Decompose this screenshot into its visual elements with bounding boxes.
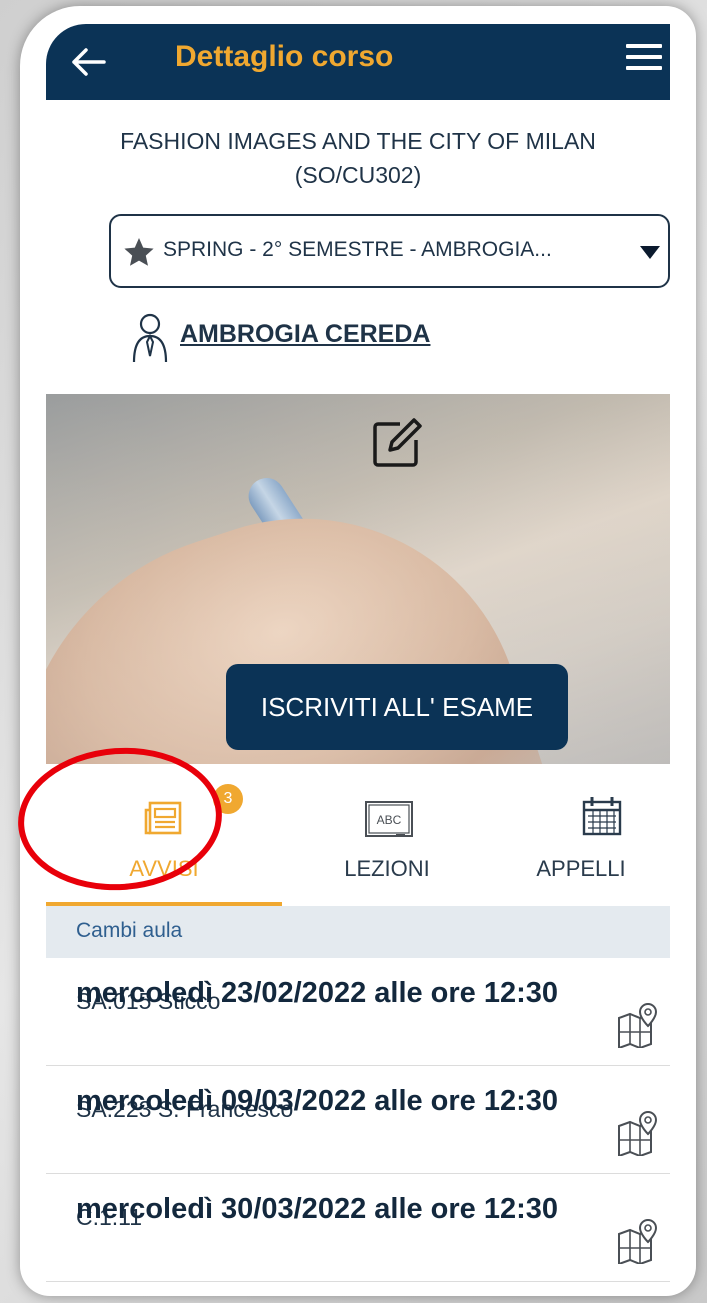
semester-value: SPRING - 2° SEMESTRE - AMBROGIA... (163, 238, 552, 261)
lesson-date: mercoledì 30/03/2022 alle ore 12:30 (76, 1193, 559, 1225)
svg-text:ABC: ABC (377, 813, 402, 827)
exam-signup-button[interactable]: ISCRIVITI ALL' ESAME (226, 664, 568, 750)
star-icon (124, 238, 154, 266)
blackboard-abc-icon: ABC (365, 801, 413, 837)
tab-appelli[interactable]: APPELLI (492, 764, 670, 906)
edit-pencil-icon[interactable] (370, 416, 424, 470)
section-title: Cambi aula (76, 919, 183, 942)
semester-select[interactable]: SPRING - 2° SEMESTRE - AMBROGIA... (109, 214, 670, 288)
app-screen: Dettaglio corso FASHION IMAGES AND THE C… (46, 24, 670, 1286)
map-pin-icon[interactable] (616, 1110, 662, 1156)
section-header: Cambi aula (46, 906, 670, 958)
app-header: Dettaglio corso (46, 24, 670, 100)
device-frame: Dettaglio corso FASHION IMAGES AND THE C… (20, 6, 696, 1296)
teacher-icon (132, 313, 168, 363)
teacher-link[interactable]: AMBROGIA CEREDA (180, 320, 430, 349)
course-title: FASHION IMAGES AND THE CITY OF MILAN (SO… (120, 128, 596, 188)
lesson-date: mercoledì 23/02/2022 alle ore 12:30 (76, 977, 559, 1009)
map-pin-icon[interactable] (616, 1218, 662, 1264)
room-change-item[interactable]: C.1.11 mercoledì 30/03/2022 alle ore 12:… (46, 1174, 670, 1282)
course-banner-image: ISCRIVITI ALL' ESAME (46, 394, 670, 764)
chevron-down-icon (640, 246, 660, 259)
calendar-icon (582, 797, 622, 836)
hamburger-menu-icon[interactable] (626, 44, 662, 76)
tab-label: LEZIONI (344, 856, 430, 881)
room-change-item[interactable]: SA.223 S. Francesco mercoledì 09/03/2022… (46, 1066, 670, 1174)
page-title: Dettaglio corso (175, 40, 394, 73)
lesson-date: mercoledì 09/03/2022 alle ore 12:30 (76, 1085, 559, 1117)
tab-label: APPELLI (536, 856, 626, 881)
room-change-item[interactable]: SA.015 Sticco mercoledì 23/02/2022 alle … (46, 958, 670, 1066)
arrow-left-icon[interactable] (68, 42, 108, 82)
map-pin-icon[interactable] (616, 1002, 662, 1048)
tab-lezioni[interactable]: ABC LEZIONI (282, 764, 492, 906)
